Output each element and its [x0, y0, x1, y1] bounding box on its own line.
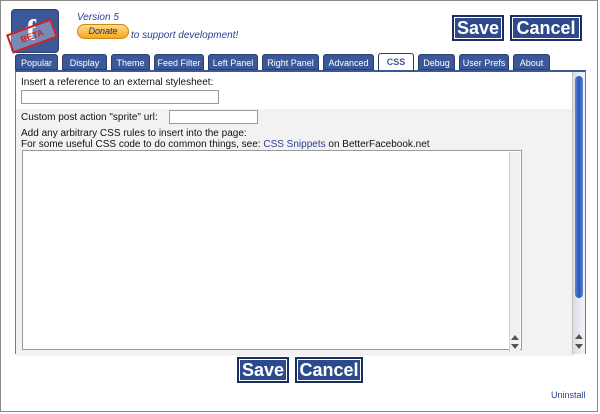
- app-logo: f BETA: [6, 9, 59, 54]
- panel-scroll-thumb[interactable]: [575, 76, 583, 298]
- sprite-url-label: Custom post action "sprite" url:: [21, 112, 158, 123]
- snippets-suffix: on BetterFacebook.net: [328, 139, 430, 150]
- save-button-bottom[interactable]: Save: [237, 357, 289, 383]
- tab-css[interactable]: CSS: [378, 53, 414, 71]
- css-snippets-line: For some useful CSS code to do common th…: [21, 139, 430, 150]
- version-label: Version 5: [77, 12, 119, 23]
- css-rules-textarea[interactable]: [22, 150, 522, 352]
- sprite-url-row: Custom post action "sprite" url:: [16, 109, 575, 127]
- css-rules-label: Add any arbitrary CSS rules to insert in…: [21, 128, 247, 139]
- settings-window: f BETA Version 5 Donate to support devel…: [0, 0, 598, 412]
- tab-user-prefs[interactable]: User Prefs: [459, 54, 509, 70]
- cancel-button-top[interactable]: Cancel: [510, 15, 582, 41]
- sprite-url-input[interactable]: [169, 110, 258, 124]
- tab-debug[interactable]: Debug: [418, 54, 455, 70]
- donate-button[interactable]: Donate: [77, 24, 129, 39]
- textarea-scrollbar[interactable]: [509, 152, 520, 352]
- tab-theme[interactable]: Theme: [111, 54, 150, 70]
- css-snippets-link[interactable]: CSS Snippets: [263, 139, 325, 150]
- external-stylesheet-row: Insert a reference to an external styles…: [16, 72, 575, 110]
- save-button-top[interactable]: Save: [452, 15, 504, 41]
- panel-scroll-down-icon[interactable]: [575, 344, 583, 349]
- tab-advanced[interactable]: Advanced: [323, 54, 374, 70]
- tab-bar: Popular Display Theme Feed Filter Left P…: [15, 53, 577, 71]
- uninstall-link[interactable]: Uninstall: [551, 390, 586, 400]
- tab-about[interactable]: About: [513, 54, 550, 70]
- support-text: to support development!: [131, 30, 239, 41]
- tab-right-panel[interactable]: Right Panel: [262, 54, 319, 70]
- textarea-scroll-down-icon[interactable]: [511, 344, 519, 349]
- external-stylesheet-label: Insert a reference to an external styles…: [21, 77, 214, 88]
- css-settings-panel: Insert a reference to an external styles…: [15, 70, 586, 356]
- tab-popular[interactable]: Popular: [15, 54, 58, 70]
- snippets-prefix: For some useful CSS code to do common th…: [21, 139, 261, 150]
- tab-left-panel[interactable]: Left Panel: [208, 54, 258, 70]
- tab-display[interactable]: Display: [62, 54, 107, 70]
- panel-scroll-up-icon[interactable]: [575, 334, 583, 339]
- panel-scrollbar[interactable]: [572, 72, 585, 354]
- textarea-scroll-up-icon[interactable]: [511, 335, 519, 340]
- cancel-button-bottom[interactable]: Cancel: [295, 357, 363, 383]
- external-stylesheet-input[interactable]: [21, 90, 219, 104]
- tab-feed-filter[interactable]: Feed Filter: [154, 54, 204, 70]
- css-rules-row: Add any arbitrary CSS rules to insert in…: [16, 126, 575, 356]
